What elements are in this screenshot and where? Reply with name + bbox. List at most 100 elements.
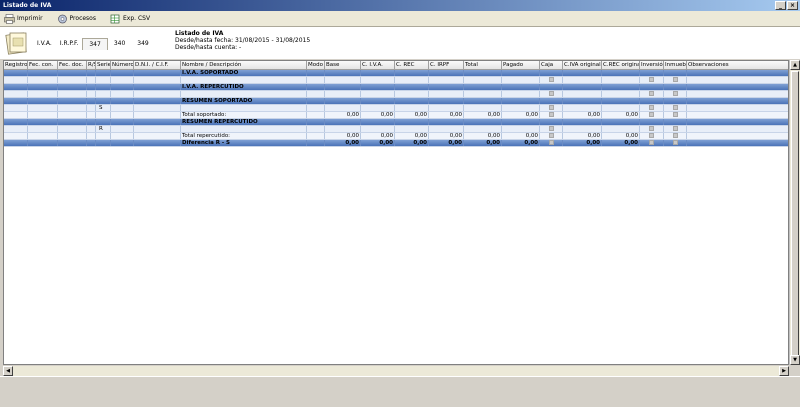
- caja-checkbox[interactable]: [548, 140, 554, 145]
- rs-code: S: [96, 105, 111, 111]
- caja-checkbox[interactable]: [548, 77, 554, 82]
- col-dni[interactable]: D.N.I. / C.I.F.: [134, 61, 181, 69]
- col-caja[interactable]: Caja: [540, 61, 563, 69]
- col-cirpf[interactable]: C. IRPF: [429, 61, 464, 69]
- crec-orig-value: 0,00: [602, 112, 640, 118]
- total-value: 0,00: [464, 133, 502, 139]
- diferencia-row[interactable]: Diferencia R - S 0,00 0,00 0,00 0,00 0,0…: [4, 140, 788, 147]
- section-row-iva-soportado[interactable]: I.V.A. SOPORTADO: [4, 70, 788, 77]
- scroll-left-arrow-icon[interactable]: ◀: [3, 366, 13, 376]
- col-fec-doc[interactable]: Fec. doc.: [58, 61, 87, 69]
- col-inmueble[interactable]: Inmueble: [664, 61, 687, 69]
- grid-header: Registro Fec. con. Fec. doc. R/S Serie N…: [4, 61, 788, 70]
- report-title: Listado de IVA: [175, 30, 224, 37]
- inversion-checkbox[interactable]: [649, 112, 654, 117]
- tab-349[interactable]: 349: [131, 38, 154, 50]
- crec-orig-value: 0,00: [602, 133, 640, 139]
- scroll-up-arrow-icon[interactable]: ▲: [790, 60, 800, 70]
- caja-checkbox[interactable]: [548, 105, 554, 110]
- inversion-checkbox[interactable]: [649, 77, 654, 82]
- col-pagado[interactable]: Pagado: [502, 61, 540, 69]
- inmueble-checkbox[interactable]: [672, 140, 678, 145]
- date-range: Desde/hasta fecha: 31/08/2015 - 31/08/20…: [175, 37, 311, 44]
- total-label: Total soportado:: [181, 112, 307, 118]
- inmueble-checkbox[interactable]: [672, 91, 678, 96]
- section-label: RESUMEN SOPORTADO: [181, 98, 307, 104]
- civa-value: 0,00: [361, 112, 395, 118]
- toolbar: Imprimir Procesos Exp. CSV: [0, 11, 800, 27]
- col-total[interactable]: Total: [464, 61, 502, 69]
- window-controls: _ ×: [775, 1, 798, 10]
- account-range: Desde/hasta cuenta: -: [175, 44, 242, 51]
- inmueble-checkbox[interactable]: [672, 105, 678, 110]
- diferencia-label: Diferencia R - S: [181, 140, 307, 146]
- col-base[interactable]: Base: [325, 61, 361, 69]
- col-registro[interactable]: Registro: [4, 61, 28, 69]
- col-inversion[interactable]: Inversión: [640, 61, 664, 69]
- caja-checkbox[interactable]: [548, 91, 554, 96]
- col-crec[interactable]: C. REC: [395, 61, 429, 69]
- scroll-right-arrow-icon[interactable]: ▶: [779, 366, 789, 376]
- section-row-resumen-soportado[interactable]: RESUMEN SOPORTADO: [4, 98, 788, 105]
- col-crec-orig[interactable]: C.REC original: [602, 61, 640, 69]
- export-csv-button[interactable]: Exp. CSV: [110, 14, 150, 24]
- inmueble-checkbox[interactable]: [672, 112, 678, 117]
- section-row-resumen-repercutido[interactable]: RESUMEN REPERCUTIDO: [4, 119, 788, 126]
- report-document-icon: [5, 32, 27, 55]
- total-repercutido-row[interactable]: Total repercutido: 0,00 0,00 0,00 0,00 0…: [4, 133, 788, 140]
- total-value: 0,00: [464, 140, 502, 146]
- inversion-checkbox[interactable]: [649, 133, 654, 138]
- print-label: Imprimir: [17, 15, 43, 22]
- vat-grid: Registro Fec. con. Fec. doc. R/S Serie N…: [3, 60, 789, 365]
- close-button[interactable]: ×: [787, 1, 798, 10]
- col-nombre[interactable]: Nombre / Descripción: [181, 61, 307, 69]
- col-fec-con[interactable]: Fec. con.: [28, 61, 58, 69]
- crec-value: 0,00: [395, 140, 429, 146]
- export-icon: [110, 14, 120, 23]
- col-serie[interactable]: Serie: [96, 61, 111, 69]
- tax-tabs: I.V.A. I.R.P.F. 347 340 349: [33, 38, 155, 50]
- inversion-checkbox[interactable]: [649, 140, 654, 145]
- section-label: RESUMEN REPERCUTIDO: [181, 119, 307, 125]
- section-label: I.V.A. SOPORTADO: [181, 70, 307, 76]
- table-row[interactable]: R: [4, 126, 788, 133]
- process-button[interactable]: Procesos: [57, 14, 96, 24]
- pagado-value: 0,00: [502, 140, 540, 146]
- tab-340[interactable]: 340: [108, 38, 131, 50]
- civa-orig-value: 0,00: [563, 140, 602, 146]
- total-soportado-row[interactable]: Total soportado: 0,00 0,00 0,00 0,00 0,0…: [4, 112, 788, 119]
- table-row[interactable]: [4, 77, 788, 84]
- inversion-checkbox[interactable]: [649, 105, 654, 110]
- section-row-iva-repercutido[interactable]: I.V.A. REPERCUTIDO: [4, 84, 788, 91]
- vertical-scroll-thumb[interactable]: [791, 71, 799, 359]
- col-civa-orig[interactable]: C.IVA original: [563, 61, 602, 69]
- col-observaciones[interactable]: Observaciones: [687, 61, 782, 69]
- tab-347[interactable]: 347: [82, 38, 108, 50]
- section-label: I.V.A. REPERCUTIDO: [181, 84, 307, 90]
- col-numero[interactable]: Número: [111, 61, 134, 69]
- caja-checkbox[interactable]: [548, 133, 554, 138]
- tab-irpf[interactable]: I.R.P.F.: [56, 38, 83, 50]
- inmueble-checkbox[interactable]: [672, 133, 678, 138]
- inmueble-checkbox[interactable]: [672, 126, 678, 131]
- vertical-scrollbar[interactable]: ▲ ▼: [789, 60, 800, 365]
- export-label: Exp. CSV: [122, 15, 151, 22]
- col-civa[interactable]: C. I.V.A.: [361, 61, 395, 69]
- inversion-checkbox[interactable]: [649, 91, 654, 96]
- civa-orig-value: 0,00: [563, 133, 602, 139]
- col-rs[interactable]: R/S: [87, 61, 96, 69]
- horizontal-scrollbar[interactable]: ◀ ▶: [3, 366, 789, 376]
- tab-iva[interactable]: I.V.A.: [33, 38, 56, 50]
- print-button[interactable]: Imprimir: [4, 13, 43, 24]
- col-modo[interactable]: Modo: [307, 61, 325, 69]
- caja-checkbox[interactable]: [548, 126, 554, 131]
- pagado-value: 0,00: [502, 133, 540, 139]
- inmueble-checkbox[interactable]: [672, 77, 678, 82]
- base-value: 0,00: [325, 133, 361, 139]
- table-row[interactable]: [4, 91, 788, 98]
- inversion-checkbox[interactable]: [649, 126, 654, 131]
- table-row[interactable]: S: [4, 105, 788, 112]
- minimize-button[interactable]: _: [775, 1, 786, 10]
- caja-checkbox[interactable]: [548, 112, 554, 117]
- scroll-down-arrow-icon[interactable]: ▼: [790, 355, 800, 365]
